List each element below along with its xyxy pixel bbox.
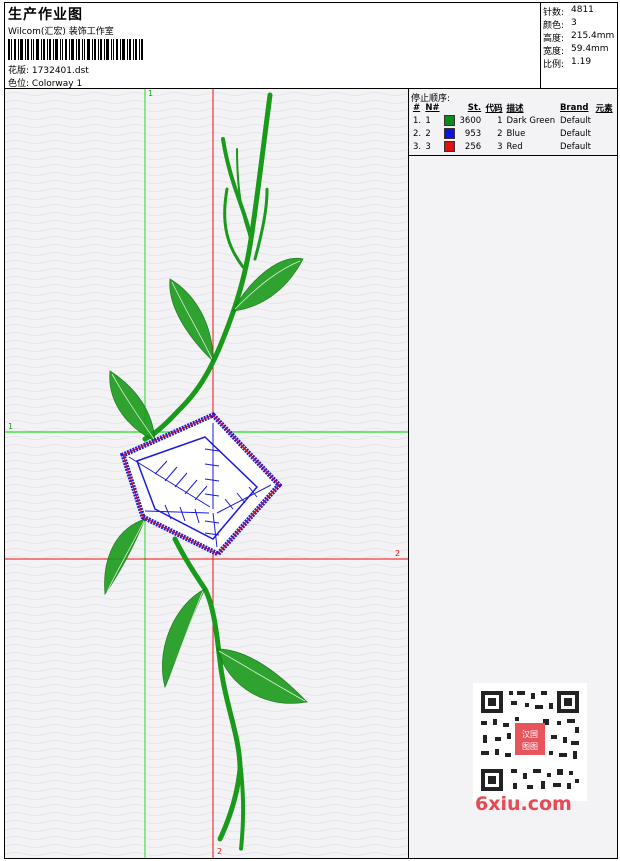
design-label: 花版:	[8, 66, 30, 76]
table-divider	[409, 155, 617, 156]
green-horizontal-guide-label: 1	[8, 422, 14, 431]
barcode-icon	[8, 39, 143, 60]
stat-colors: 颜色: 3	[543, 18, 577, 31]
design-canvas: 1 1 2 2	[5, 89, 409, 858]
col-n: N#	[425, 103, 440, 113]
watermark-logo: 6xiu.com	[475, 793, 572, 815]
stat-width: 宽度: 59.4mm	[543, 44, 609, 57]
design-stats: 针数: 4811 颜色: 3 高度: 215.4mm 宽度: 59.4mm 比例: 1.1…	[541, 3, 617, 89]
color-swatch	[443, 128, 455, 139]
col-element: 元素	[595, 104, 613, 114]
page-title: 生产作业图	[8, 7, 83, 23]
col-num: #	[413, 103, 421, 113]
design-file: 花版: 1732401.dst	[8, 63, 89, 76]
table-row: 1. 1 3600 1 Dark Green Default	[413, 115, 592, 126]
col-code: 代码	[485, 104, 503, 114]
table-row: 3. 3 256 3 Red Default	[413, 141, 592, 152]
embroidery-design	[5, 89, 408, 858]
red-horizontal-guide-label: 2	[395, 549, 401, 558]
design-value: 1732401.dst	[31, 66, 89, 76]
col-color	[442, 102, 457, 114]
stat-height: 高度: 215.4mm	[543, 31, 615, 44]
qr-code-icon: 汉国 图图	[473, 683, 587, 801]
colorway: 色位: Colorway 1	[8, 76, 82, 89]
colorway-label: 色位:	[8, 79, 30, 89]
production-worksheet: 生产作业图 Wilcom(汇宏) 装饰工作室 花版: 1732401.dst 色…	[4, 2, 618, 859]
col-stitches: St.	[467, 103, 482, 113]
stop-sequence-table: # N# St. 代码 描述 Brand 元素 1. 1 3600 1 Dark…	[411, 102, 615, 153]
colorway-value: Colorway 1	[31, 79, 83, 89]
red-vertical-guide-label: 2	[217, 847, 223, 856]
green-vertical-guide-label: 1	[148, 89, 154, 98]
svg-text:汉国: 汉国	[522, 730, 538, 739]
header-info: 生产作业图 Wilcom(汇宏) 装饰工作室 花版: 1732401.dst 色…	[5, 3, 541, 89]
col-desc: 描述	[506, 104, 524, 114]
svg-text:图图: 图图	[522, 742, 538, 751]
col-brand: Brand	[559, 103, 589, 113]
stop-sequence-panel: 停止顺序: # N# St. 代码 描述 Brand 元素 1. 1 3600 …	[409, 89, 617, 858]
stat-stitches: 针数: 4811	[543, 5, 594, 18]
company-subtitle: Wilcom(汇宏) 装饰工作室	[8, 27, 114, 37]
color-swatch	[443, 115, 455, 126]
table-row: 2. 2 953 2 Blue Default	[413, 128, 592, 139]
stat-scale: 比例: 1.19	[543, 57, 592, 70]
color-swatch	[443, 141, 455, 152]
